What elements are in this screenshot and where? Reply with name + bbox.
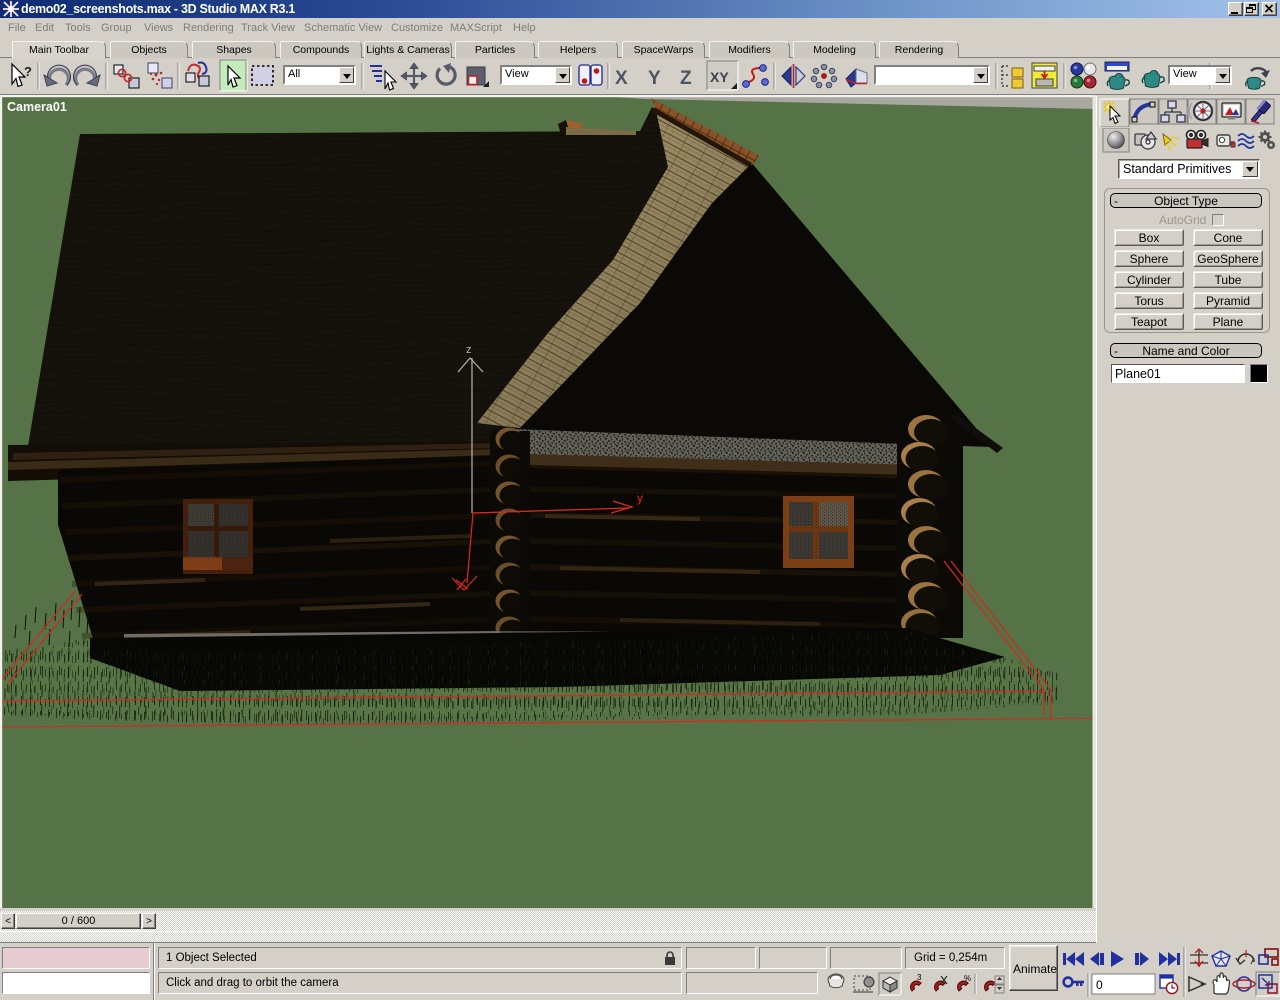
svg-text:3: 3 xyxy=(917,973,922,982)
svg-text:XY: XY xyxy=(710,69,729,85)
svg-text:Camera01: Camera01 xyxy=(7,100,67,114)
svg-text:X: X xyxy=(615,68,628,89)
svg-text:Z: Z xyxy=(680,68,692,89)
svg-text:0: 0 xyxy=(1096,978,1103,992)
svg-text:?: ? xyxy=(24,64,32,79)
svg-text:z: z xyxy=(466,344,472,356)
svg-text:%: % xyxy=(964,974,971,983)
svg-text:Y: Y xyxy=(648,68,661,89)
svg-text:y: y xyxy=(637,491,643,505)
